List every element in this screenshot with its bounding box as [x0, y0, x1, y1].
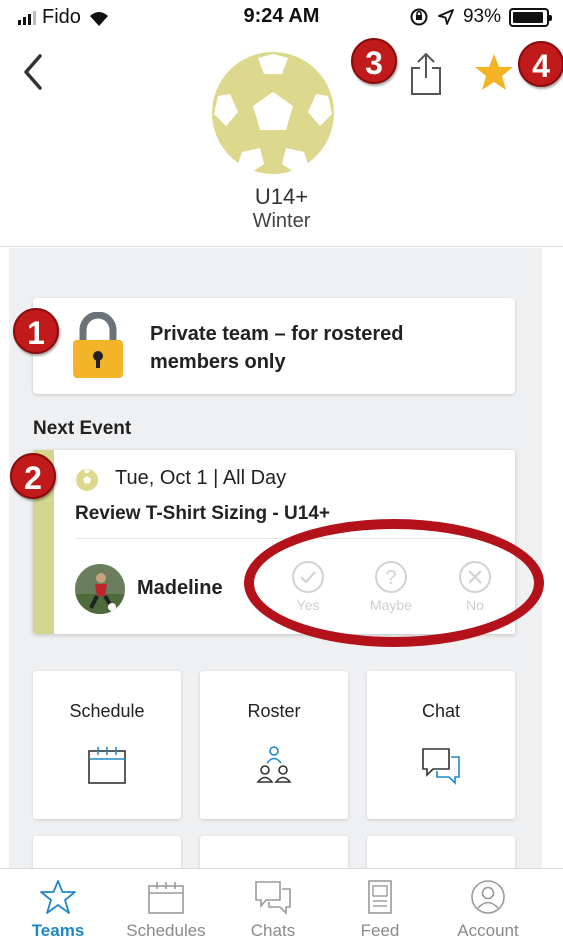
tile-chat-label: Chat: [421, 701, 461, 721]
soccer-ball-icon: [212, 52, 334, 174]
annotation-badge-2: 2: [10, 453, 56, 499]
tab-chats[interactable]: Chats: [223, 879, 323, 941]
tile-roster[interactable]: Roster: [200, 671, 348, 819]
private-team-card: Private team – for rostered members only: [33, 298, 515, 394]
tab-chats-label: Chats: [250, 921, 296, 940]
private-team-text: Private team – for rostered members only: [150, 323, 404, 373]
people-icon: [256, 746, 292, 783]
tab-feed-label: Feed: [360, 921, 400, 940]
location-arrow-icon: [438, 9, 454, 25]
tile[interactable]: [200, 836, 348, 868]
tab-account[interactable]: Account: [438, 879, 538, 941]
user-circle-icon: [471, 880, 505, 914]
annotation-badge-1: 1: [13, 308, 59, 354]
tile-chat[interactable]: Chat: [367, 671, 515, 819]
back-chevron-icon[interactable]: [14, 50, 54, 94]
event-title: Review T-Shirt Sizing - U14+: [75, 503, 330, 524]
calendar-icon: [148, 882, 184, 914]
tile[interactable]: [367, 836, 515, 868]
avatar: [75, 564, 125, 614]
tab-teams-label: Teams: [31, 921, 85, 940]
tile-roster-label: Roster: [247, 701, 301, 721]
battery-level: [513, 11, 543, 23]
chat-bubbles-icon: [422, 748, 460, 785]
tile-schedule-label: Schedule: [69, 701, 145, 721]
star-outline-icon: [40, 880, 76, 914]
rsvp-highlight-ring: [244, 519, 544, 647]
padlock-icon: [73, 312, 123, 378]
status-bar: Fido 9:24 AM 93%: [0, 0, 563, 34]
star-icon[interactable]: [472, 52, 516, 92]
team-name: U14+: [254, 184, 309, 209]
tab-schedules-label: Schedules: [126, 921, 206, 940]
calendar-icon: [88, 747, 126, 784]
tab-bar: Teams Schedules Chats Feed Account: [0, 868, 563, 943]
tile-schedule[interactable]: Schedule: [33, 671, 181, 819]
soccer-ball-icon: [76, 469, 98, 491]
annotation-badge-4: 4: [518, 41, 563, 87]
annotation-badge-3: 3: [351, 38, 397, 84]
orientation-lock-icon: [410, 8, 428, 26]
team-header: U14+ Winter: [0, 34, 563, 247]
event-date: Tue, Oct 1 | All Day: [115, 467, 287, 489]
share-icon[interactable]: [406, 50, 446, 96]
tile[interactable]: [33, 836, 181, 868]
battery-percent: 93%: [462, 6, 501, 27]
tab-teams[interactable]: Teams: [8, 879, 108, 941]
tab-account-label: Account: [457, 921, 519, 940]
battery-icon: [509, 7, 552, 27]
document-icon: [368, 880, 392, 914]
next-event-label: Next Event: [33, 418, 132, 439]
member-name: Madeline: [137, 577, 223, 599]
status-right: 93%: [409, 6, 552, 28]
tab-feed[interactable]: Feed: [330, 879, 430, 941]
chat-bubbles-icon: [255, 881, 291, 915]
tab-schedules[interactable]: Schedules: [116, 879, 216, 941]
team-season: Winter: [252, 210, 311, 232]
